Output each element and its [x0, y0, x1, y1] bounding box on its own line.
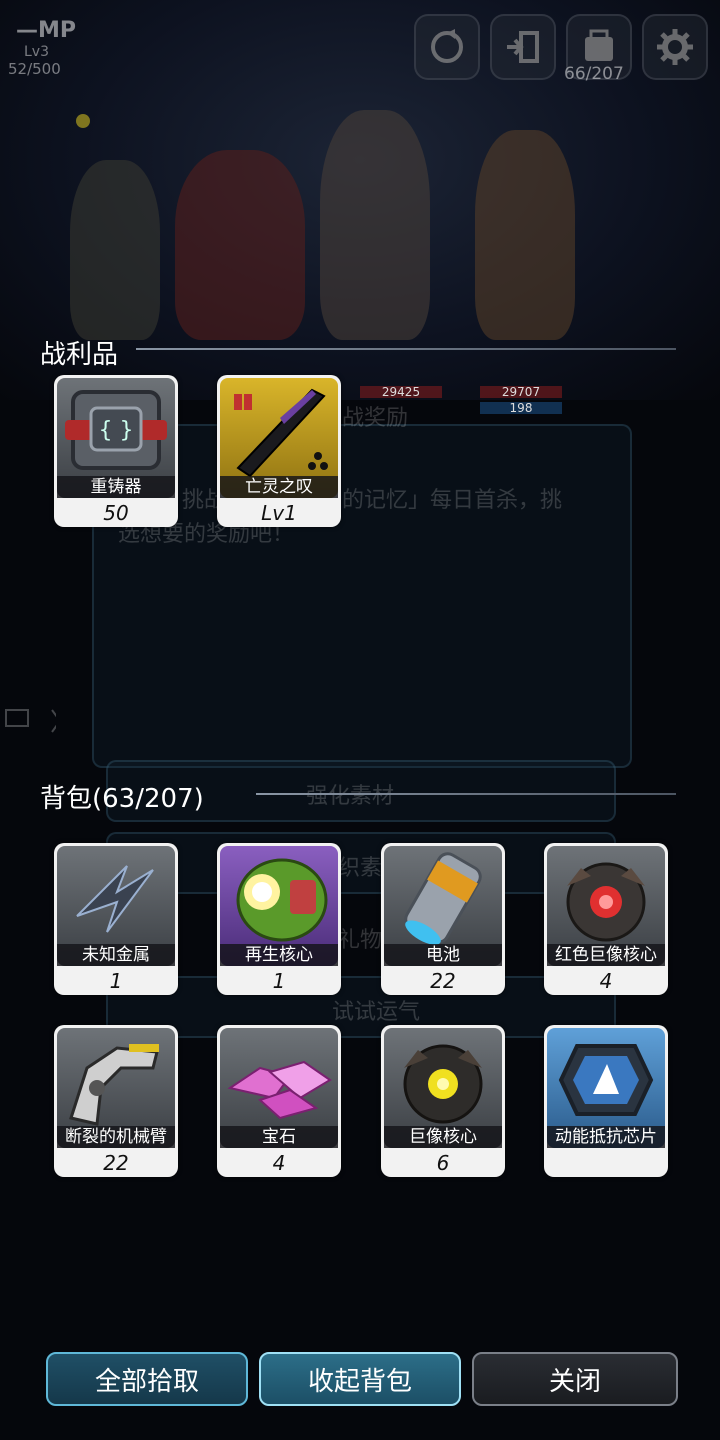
item-name: 电池 — [384, 944, 502, 966]
gear-icon — [657, 29, 693, 65]
pickup-all-button[interactable]: 全部拾取 — [46, 1352, 248, 1406]
regen-core-icon — [236, 858, 328, 942]
broken-mech-arm-icon — [69, 1044, 159, 1126]
exit-button[interactable] — [490, 14, 556, 80]
bag-icon — [585, 29, 613, 61]
item-count: 6 — [436, 1151, 450, 1175]
item-count: 1 — [109, 969, 123, 993]
hero-silhouette-2 — [175, 150, 305, 340]
item-count — [544, 1149, 668, 1177]
undead-sword-icon — [234, 388, 328, 478]
colossus-core-icon — [403, 1044, 483, 1124]
reforger-icon: { } — [65, 390, 167, 470]
refresh-icon — [431, 29, 463, 63]
chat-icon — [5, 709, 56, 733]
red-colossus-core-icon — [566, 862, 646, 942]
backpack-item-colossus-core[interactable]: 巨像核心 6 — [381, 1025, 505, 1177]
backpack-item-gem[interactable]: 宝石 4 — [217, 1025, 341, 1177]
ghost-text: 试试运气 — [332, 1000, 421, 1025]
item-name: 动能抵抗芯片 — [547, 1126, 665, 1148]
gem-icon — [227, 1060, 332, 1120]
mp-bar-2: 198 — [480, 402, 562, 414]
backpack-item-battery[interactable]: 电池 22 — [381, 843, 505, 995]
item-name: 宝石 — [220, 1126, 338, 1148]
close-button[interactable]: 关闭 — [472, 1352, 678, 1406]
item-name: 重铸器 — [57, 476, 175, 498]
backpack-divider — [256, 793, 676, 795]
svg-text:{ }: { } — [99, 418, 134, 443]
backpack-item-unknown-metal[interactable]: 未知金属 1 — [54, 843, 178, 995]
settings-button[interactable] — [642, 14, 708, 80]
item-name: 未知金属 — [57, 944, 175, 966]
mp-progress: 52/500 — [8, 60, 61, 78]
glow-orb — [76, 114, 90, 128]
close-bag-button[interactable]: 收起背包 — [259, 1352, 461, 1406]
refresh-button[interactable] — [414, 14, 480, 80]
ghost-text: 织素 — [338, 856, 383, 881]
item-count: Lv1 — [261, 501, 297, 525]
item-count: 1 — [272, 969, 286, 993]
loot-item-reforger[interactable]: { } 重铸器 50 — [54, 375, 178, 527]
battery-icon — [404, 852, 482, 945]
bag-capacity: 66/207 — [564, 64, 624, 84]
ghost-text: 战奖励 — [342, 406, 409, 431]
hero-silhouette-4 — [475, 130, 575, 340]
unknown-metal-icon — [76, 865, 154, 933]
item-name: 巨像核心 — [384, 1126, 502, 1148]
backpack-item-regen-core[interactable]: 再生核心 1 — [217, 843, 341, 995]
kinetic-chip-icon — [558, 1044, 654, 1116]
mp-logo: —MP — [16, 18, 77, 43]
item-count: 22 — [103, 1151, 129, 1175]
loot-title: 战利品 — [40, 340, 119, 370]
hp-bar-2: 29707 — [480, 386, 562, 398]
item-count: 4 — [599, 969, 613, 993]
item-name: 断裂的机械臂 — [57, 1126, 175, 1148]
item-name: 红色巨像核心 — [547, 944, 665, 966]
item-name: 亡灵之叹 — [220, 476, 338, 498]
item-count: 50 — [103, 501, 129, 525]
hp-bar-1: 29425 — [360, 386, 442, 398]
backpack-title: 背包(63/207) — [40, 784, 204, 814]
loot-divider — [136, 348, 676, 350]
item-count: 22 — [430, 969, 456, 993]
exit-icon — [507, 31, 539, 63]
backpack-item-kinetic-chip[interactable]: 动能抵抗芯片 — [544, 1025, 668, 1177]
backpack-item-broken-mech-arm[interactable]: 断裂的机械臂 22 — [54, 1025, 178, 1177]
player-level: Lv3 — [24, 44, 49, 60]
ghost-text: 礼物 — [338, 928, 383, 953]
item-name: 再生核心 — [220, 944, 338, 966]
hero-silhouette-3 — [320, 110, 430, 340]
loot-item-undead-sigh[interactable]: 亡灵之叹 Lv1 — [217, 375, 341, 527]
item-count: 4 — [272, 1151, 286, 1175]
hero-silhouette-1 — [70, 160, 160, 340]
ghost-text: 的记忆」每日首杀，挑 — [342, 488, 563, 513]
backpack-item-red-colossus-core[interactable]: 红色巨像核心 4 — [544, 843, 668, 995]
